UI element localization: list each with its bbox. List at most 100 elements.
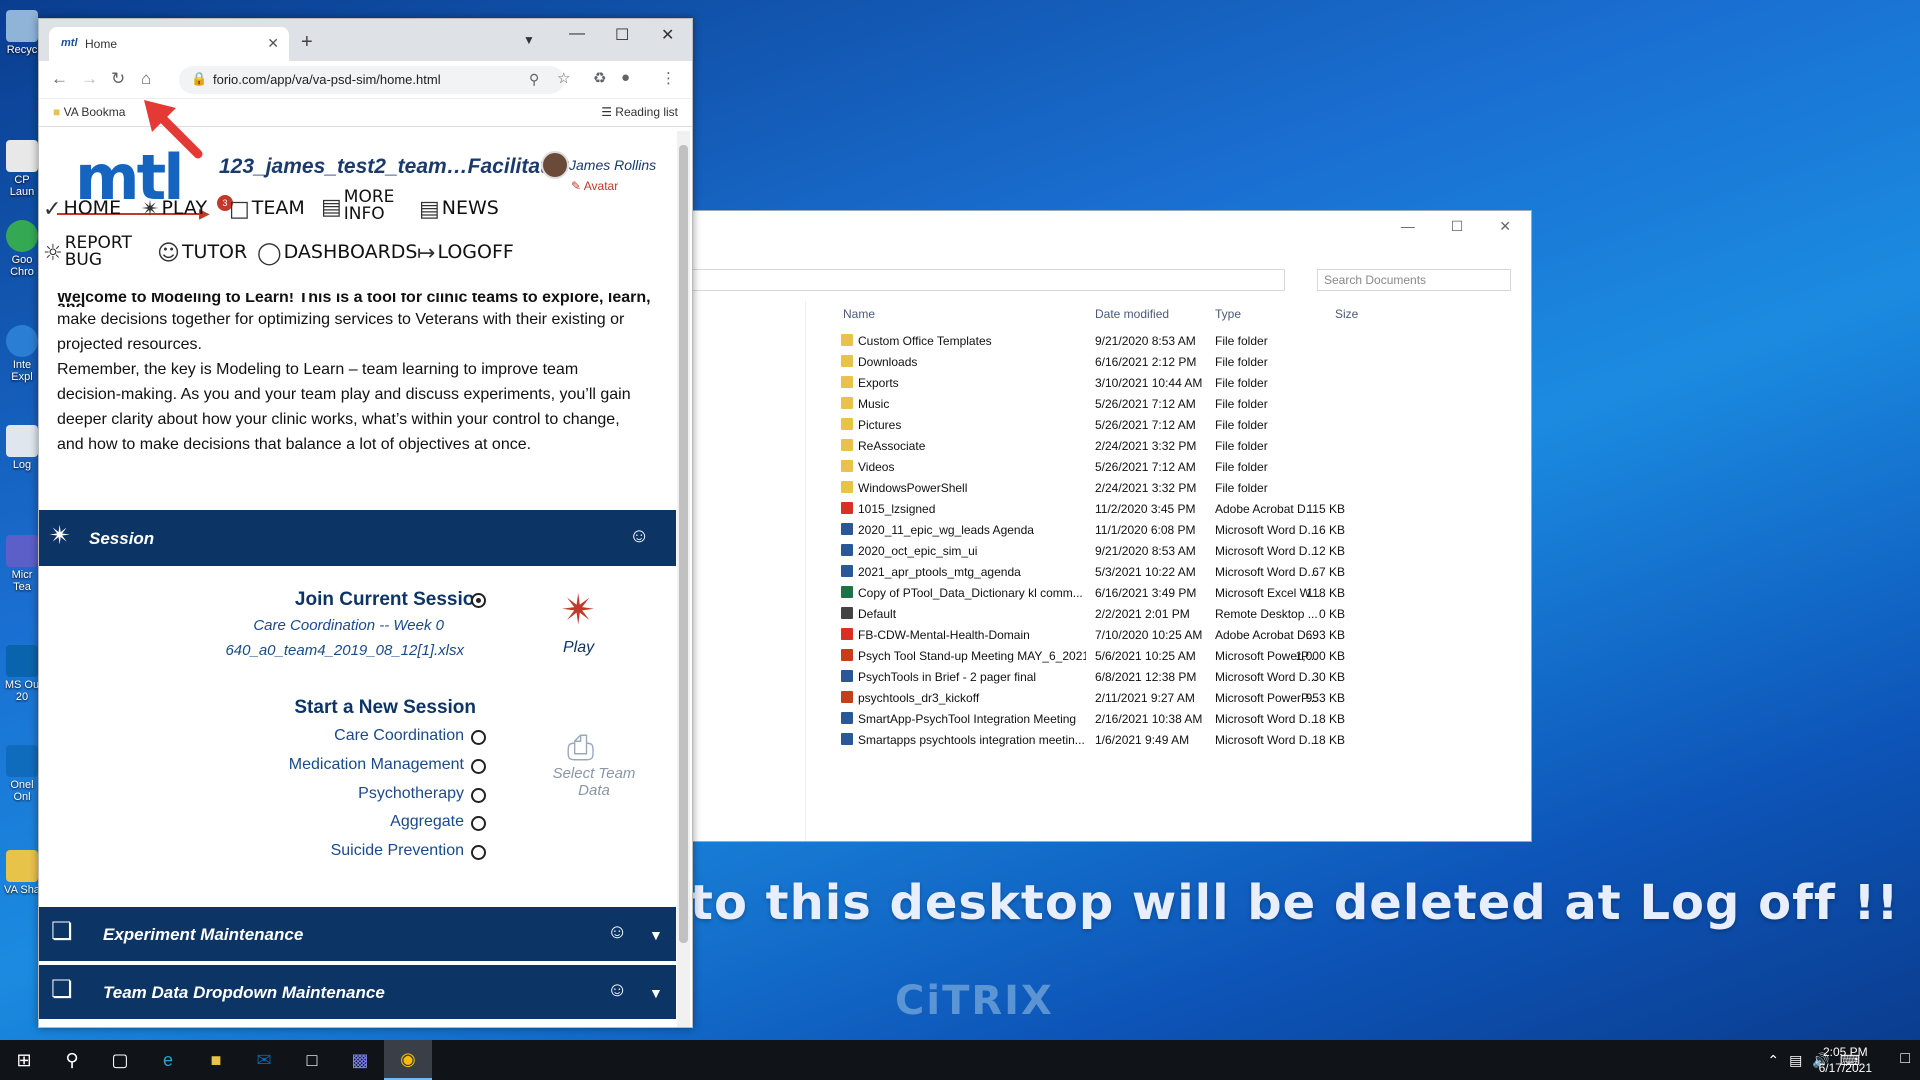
file-explorer-icon[interactable]: ■ [192,1040,240,1080]
close-icon[interactable]: ✕ [1499,218,1511,235]
internet-explorer-icon[interactable]: Inte Expl [2,325,42,383]
menu-play[interactable]: ✴ PLAY [141,197,207,222]
table-row[interactable]: Psych Tool Stand-up Meeting MAY_6_2021 5/… [841,646,1401,667]
home-icon[interactable]: ⌂ [141,69,151,89]
close-icon[interactable]: ✕ [661,25,674,45]
table-row[interactable]: FB-CDW-Mental-Health-Domain 7/10/2020 10:… [841,625,1401,646]
explorer-search-input[interactable]: Search Documents [1317,269,1511,291]
select-team-data-icon[interactable]: ⎙ [567,729,594,768]
menu-tutor[interactable]: ☺ TUTOR [157,241,247,266]
google-chrome-icon[interactable]: Goo Chro [2,220,42,278]
microsoft-teams-icon[interactable]: Micr Tea [2,535,42,593]
radio-aggregate[interactable] [471,816,486,831]
tab-home[interactable]: mtl Home ✕ [49,27,289,61]
tab-search-icon[interactable]: ▼ [523,33,535,47]
notifications-icon[interactable]: □ [1900,1050,1910,1068]
table-row[interactable]: Smartapps psychtools integration meetin.… [841,730,1401,751]
chevron-up-icon[interactable]: ⌃ [1767,1052,1779,1069]
chrome-icon[interactable]: ◉ [384,1040,432,1080]
address-bar[interactable]: 🔒 forio.com/app/va/va-psd-sim/home.html [179,66,564,94]
edge-icon[interactable]: e [144,1040,192,1080]
column-date-modified[interactable]: Date modified [1095,307,1169,321]
table-row[interactable]: 1015_lzsigned 11/2/2020 3:45 PM Adobe Acro… [841,499,1401,520]
session-bar[interactable]: ✴ Session ☺ [39,510,676,566]
play-label[interactable]: Play [563,639,594,657]
option-aggregate[interactable]: Aggregate [390,813,464,831]
team-data-icon[interactable]: ☺ [607,921,627,944]
play-figure-icon[interactable]: ✴ [561,585,596,634]
option-care-coordination[interactable]: Care Coordination [334,727,464,745]
table-row[interactable]: Videos 5/26/2021 7:12 AM File folder [841,457,1401,478]
table-row[interactable]: 2020_oct_epic_sim_ui 9/21/2020 8:53 AM Mic… [841,541,1401,562]
minimize-icon[interactable]: — [569,25,585,43]
bookmark-va[interactable]: ■ VA Bookma [53,105,125,119]
teams-icon[interactable]: ▩ [336,1040,384,1080]
minimize-icon[interactable]: — [1401,218,1415,234]
select-team-data-label[interactable]: Select Team Data [539,765,649,799]
network-icon[interactable]: ▤ [1789,1052,1802,1069]
reload-icon[interactable]: ↻ [111,69,125,89]
avatar[interactable] [541,151,569,179]
task-view-icon[interactable]: ▢ [96,1040,144,1080]
radio-psychotherapy[interactable] [471,788,486,803]
table-row[interactable]: SmartApp-PsychTool Integration Meeting 2/… [841,709,1401,730]
column-name[interactable]: Name [843,307,875,321]
cp-launcher-icon[interactable]: CP Laun [2,140,42,198]
menu-home[interactable]: ✓ HOME [43,197,121,222]
option-suicide-prevention[interactable]: Suicide Prevention [331,842,464,860]
menu-more-info[interactable]: ▤ MORE INFO [321,189,394,223]
table-row[interactable]: WindowsPowerShell 2/24/2021 3:32 PM File f… [841,478,1401,499]
avatar-link[interactable]: ✎ Avatar [571,179,618,193]
chevron-down-icon[interactable]: ▼ [649,927,663,943]
page-scrollbar[interactable] [677,131,690,1027]
notepad-icon[interactable]: □ [288,1040,336,1080]
maximize-icon[interactable]: ☐ [615,25,629,45]
table-row[interactable]: Downloads 6/16/2021 2:12 PM File folder [841,352,1401,373]
scrollbar-thumb[interactable] [679,145,688,943]
chevron-down-icon[interactable]: ▼ [649,985,663,1001]
join-session-radio[interactable] [471,593,486,608]
profile-icon[interactable]: ● [621,69,630,86]
team-data-icon[interactable]: ☺ [629,525,649,548]
start-icon[interactable]: ⊞ [0,1040,48,1080]
bookmark-star-icon[interactable]: ☆ [557,69,570,87]
extensions-icon[interactable]: ♻ [593,69,606,87]
column-size[interactable]: Size [1335,307,1358,321]
radio-suicide-prevention[interactable] [471,845,486,860]
log-icon[interactable]: Log [2,425,42,471]
forward-icon[interactable]: → [81,69,98,89]
onenote-icon[interactable]: Onel Onl [2,745,42,803]
table-row[interactable]: Pictures 5/26/2021 7:12 AM File folder [841,415,1401,436]
table-row[interactable]: Exports 3/10/2021 10:44 AM File folder [841,373,1401,394]
table-row[interactable]: PsychTools in Brief - 2 pager final 6/8/2… [841,667,1401,688]
team-data-icon[interactable]: ☺ [607,979,627,1002]
menu-dashboards[interactable]: ◯ DASHBOARDS [257,241,417,266]
team-data-dropdown-maintenance-bar[interactable]: ❏ Team Data Dropdown Maintenance ☺ ▼ [39,965,676,1019]
outlook-icon[interactable]: ✉ [240,1040,288,1080]
join-current-session[interactable]: Join Current Session [295,589,486,611]
explorer-address-bar[interactable] [691,269,1285,291]
maximize-icon[interactable]: ☐ [1451,218,1464,235]
recycle-bin-icon[interactable]: Recyc [2,10,42,56]
experiment-maintenance-bar[interactable]: ❏ Experiment Maintenance ☺ ▼ [39,907,676,961]
zoom-icon[interactable]: ⚲ [529,71,539,88]
menu-icon[interactable]: ⋮ [661,69,676,87]
radio-care-coordination[interactable] [471,730,486,745]
radio-medication-management[interactable] [471,759,486,774]
close-tab-icon[interactable]: ✕ [267,35,279,52]
back-icon[interactable]: ← [51,69,68,89]
table-row[interactable]: 2020_11_epic_wg_leads Agenda 11/1/2020 6:… [841,520,1401,541]
table-row[interactable]: Custom Office Templates 9/21/2020 8:53 AM… [841,331,1401,352]
reading-list[interactable]: ☰ Reading list [601,105,678,119]
column-type[interactable]: Type [1215,307,1241,321]
new-tab-icon[interactable]: + [301,31,313,54]
option-medication-management[interactable]: Medication Management [289,756,464,774]
table-row[interactable]: ReAssociate 2/24/2021 3:32 PM File folder [841,436,1401,457]
table-row[interactable]: Copy of PTool_Data_Dictionary kl comm...… [841,583,1401,604]
menu-team[interactable]: □ TEAM [229,197,305,222]
menu-report-bug[interactable]: ☼ REPORT BUG [43,235,132,269]
clock[interactable]: 2:05 PM 6/17/2021 [1819,1044,1872,1076]
menu-news[interactable]: ▤ NEWS [419,197,499,222]
table-row[interactable]: Default 2/2/2021 2:01 PM Remote Desktop ..… [841,604,1401,625]
search-icon[interactable]: ⚲ [48,1040,96,1080]
